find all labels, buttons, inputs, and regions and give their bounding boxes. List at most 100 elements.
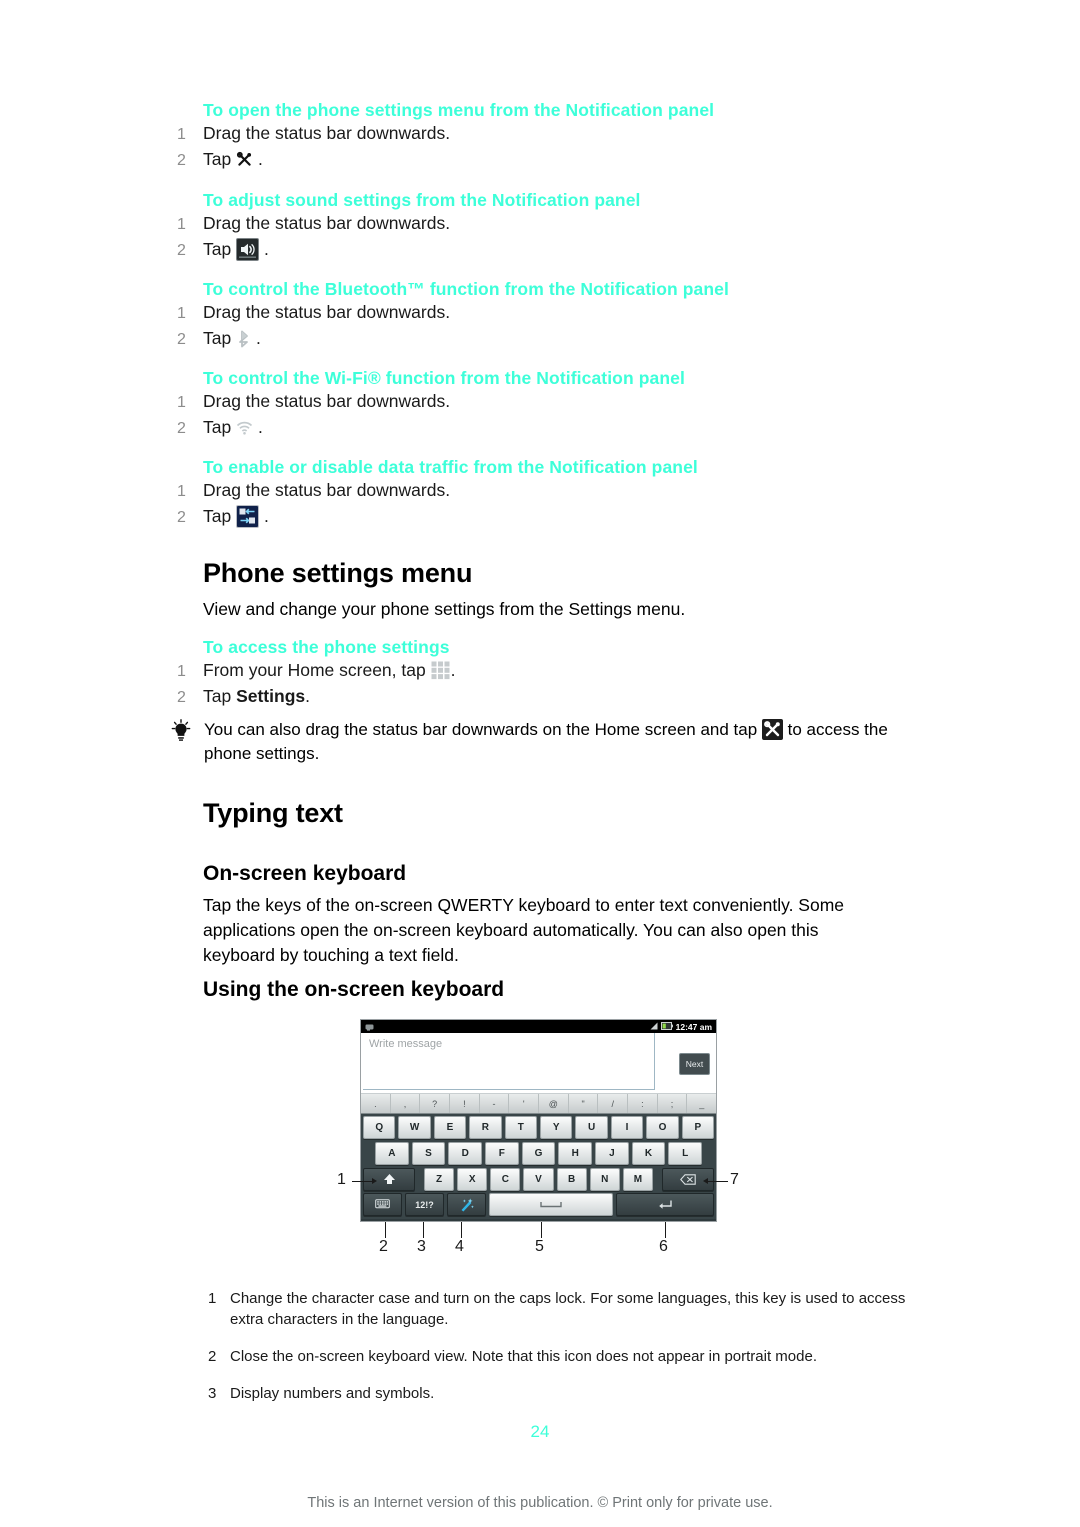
key-u[interactable]: U bbox=[575, 1115, 608, 1139]
key-q[interactable]: Q bbox=[363, 1115, 396, 1139]
step-item: 1 Drag the status bar downwards. bbox=[177, 211, 923, 237]
key-v[interactable]: V bbox=[523, 1167, 554, 1191]
status-bar-clock: 12:47 am bbox=[675, 1021, 712, 1032]
key-b[interactable]: B bbox=[556, 1167, 587, 1191]
document-page: To open the phone settings menu from the… bbox=[0, 0, 1080, 1527]
key-e[interactable]: E bbox=[433, 1115, 467, 1139]
callout-arrow-1 bbox=[372, 1177, 377, 1184]
smiley-key[interactable] bbox=[447, 1193, 486, 1216]
step-number: 2 bbox=[177, 242, 186, 259]
caption-item: 3 Display numbers and symbols. bbox=[208, 1383, 908, 1404]
message-input[interactable]: Write message bbox=[363, 1033, 655, 1090]
hide-keyboard-icon bbox=[375, 1199, 390, 1209]
procedure-block-bluetooth: To control the Bluetooth™ function from … bbox=[177, 279, 923, 352]
step-item: 1 Drag the status bar downwards. bbox=[177, 300, 923, 326]
hide-keyboard-key[interactable] bbox=[363, 1193, 402, 1216]
enter-key[interactable] bbox=[616, 1193, 714, 1216]
numbers-symbols-key[interactable]: 12!? bbox=[405, 1193, 444, 1216]
callout-number-1: 1 bbox=[337, 1171, 346, 1188]
key-x[interactable]: X bbox=[457, 1167, 488, 1191]
keyboard-row-z: Z X C V B N M bbox=[361, 1166, 716, 1192]
procedure-block-settings-menu: To open the phone settings menu from the… bbox=[177, 100, 923, 173]
key-y[interactable]: Y bbox=[540, 1115, 573, 1139]
procedure-steps: 1 Drag the status bar downwards. 2 Tap . bbox=[177, 121, 923, 173]
symbol-key[interactable]: _ bbox=[687, 1094, 716, 1113]
key-h[interactable]: H bbox=[558, 1141, 593, 1165]
symbol-key[interactable]: / bbox=[598, 1094, 629, 1113]
step-text-bold: Settings bbox=[236, 686, 306, 706]
key-c[interactable]: C bbox=[490, 1167, 521, 1191]
key-s[interactable]: S bbox=[411, 1141, 446, 1165]
key-n[interactable]: N bbox=[589, 1167, 620, 1191]
procedure-heading: To open the phone settings menu from the… bbox=[203, 100, 715, 120]
symbol-key[interactable]: ! bbox=[450, 1094, 480, 1113]
callout-leader-3 bbox=[423, 1222, 424, 1238]
key-p[interactable]: P bbox=[681, 1115, 715, 1139]
symbol-key[interactable]: ' bbox=[509, 1094, 540, 1113]
callout-number-7: 7 bbox=[730, 1171, 739, 1188]
tip-text: You can also drag the status bar downwar… bbox=[204, 718, 888, 766]
caption-text: Change the character case and turn on th… bbox=[230, 1290, 906, 1328]
callout-leader-5 bbox=[541, 1222, 542, 1238]
procedure-block-sound-settings: To adjust sound settings from the Notifi… bbox=[177, 190, 923, 263]
key-w[interactable]: W bbox=[398, 1115, 431, 1139]
step-text-trailing: . bbox=[305, 686, 310, 706]
symbol-key[interactable]: ; bbox=[658, 1094, 688, 1113]
shift-key[interactable] bbox=[363, 1167, 415, 1191]
key-f[interactable]: F bbox=[485, 1141, 519, 1165]
section-title-onscreen-keyboard: On-screen keyboard bbox=[203, 862, 407, 885]
status-bar-right: 12:47 am bbox=[650, 1021, 712, 1032]
step-item: 2 Tap . bbox=[177, 237, 923, 263]
step-text-label: From your Home screen, tap bbox=[203, 660, 426, 680]
key-k[interactable]: K bbox=[631, 1141, 666, 1165]
step-text: Tap . bbox=[203, 504, 923, 528]
procedure-heading: To access the phone settings bbox=[203, 637, 450, 657]
key-z[interactable]: Z bbox=[424, 1167, 455, 1191]
procedure-heading: To control the Wi-Fi® function from the … bbox=[203, 368, 685, 388]
keyboard: . , ? ! - ' @ " / : ; _ Q W E R T Y U I … bbox=[361, 1094, 716, 1219]
procedure-steps: 1 Drag the status bar downwards. 2 Tap . bbox=[177, 211, 923, 263]
step-text: Tap . bbox=[203, 237, 923, 261]
callout-leader-4 bbox=[461, 1222, 462, 1238]
procedure-block-access-settings: To access the phone settings 1 From your… bbox=[177, 637, 923, 710]
key-r[interactable]: R bbox=[469, 1115, 502, 1139]
next-button[interactable]: Next bbox=[679, 1053, 710, 1075]
tools-box-icon bbox=[761, 719, 783, 740]
key-g[interactable]: G bbox=[521, 1141, 556, 1165]
key-j[interactable]: J bbox=[595, 1141, 629, 1165]
symbol-key[interactable]: ? bbox=[420, 1094, 451, 1113]
key-m[interactable]: M bbox=[622, 1167, 653, 1191]
symbol-key[interactable]: : bbox=[628, 1094, 658, 1113]
keyboard-bottom-row: 12!? bbox=[361, 1192, 716, 1219]
message-compose-area: Write message Next bbox=[361, 1033, 716, 1094]
symbol-key[interactable]: . bbox=[361, 1094, 391, 1113]
callout-leader-1 bbox=[352, 1181, 374, 1182]
step-item: 2 Tap . bbox=[177, 147, 923, 173]
symbol-key[interactable]: , bbox=[391, 1094, 421, 1113]
caption-item: 2 Close the on-screen keyboard view. Not… bbox=[208, 1346, 908, 1367]
bluetooth-icon bbox=[236, 330, 251, 348]
key-o[interactable]: O bbox=[646, 1115, 679, 1139]
space-key[interactable] bbox=[489, 1193, 613, 1216]
step-text-label: Tap bbox=[203, 239, 232, 259]
step-text: Drag the status bar downwards. bbox=[203, 123, 451, 143]
key-l[interactable]: L bbox=[668, 1141, 703, 1165]
keyboard-row-q: Q W E R T Y U I O P bbox=[361, 1114, 716, 1140]
tip-block: You can also drag the status bar downwar… bbox=[170, 718, 910, 766]
symbol-key[interactable]: " bbox=[569, 1094, 599, 1113]
key-t[interactable]: T bbox=[504, 1115, 538, 1139]
key-d[interactable]: D bbox=[448, 1141, 483, 1165]
symbol-key[interactable]: @ bbox=[539, 1094, 569, 1113]
page-title-typing-text: Typing text bbox=[203, 798, 343, 828]
symbol-key[interactable]: - bbox=[480, 1094, 510, 1113]
key-i[interactable]: I bbox=[610, 1115, 644, 1139]
step-text-trailing: . bbox=[263, 506, 269, 526]
step-text-label: Tap bbox=[203, 328, 232, 348]
procedure-steps: 1 From your Home screen, tap . 2 Tap Set… bbox=[177, 658, 923, 710]
procedure-block-wifi: To control the Wi-Fi® function from the … bbox=[177, 368, 923, 441]
footer-note: This is an Internet version of this publ… bbox=[307, 1495, 773, 1511]
step-item: 2 Tap . bbox=[177, 415, 923, 441]
key-a[interactable]: A bbox=[375, 1141, 409, 1165]
page-title-phone-settings-menu: Phone settings menu bbox=[203, 558, 473, 588]
caption-item: 1 Change the character case and turn on … bbox=[208, 1288, 908, 1330]
